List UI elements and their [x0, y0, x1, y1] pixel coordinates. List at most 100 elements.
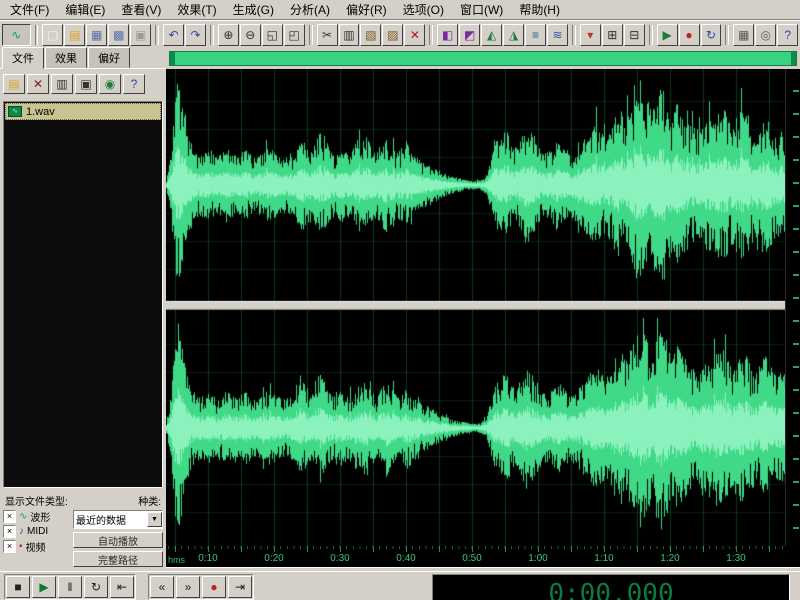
file-list-item[interactable]: ∿ 1.wav	[5, 103, 161, 120]
menu-item-8[interactable]: 窗口(W)	[452, 0, 511, 20]
full-paths-button[interactable]: 完整路径	[73, 551, 163, 567]
file-type-checkbox-list: ×∿波形 ×♪MIDI ×▪视频	[3, 510, 69, 567]
fast-forward-button[interactable]: »	[176, 576, 200, 598]
波形-icon: ∿	[19, 512, 27, 522]
paste-button[interactable]: ▧	[360, 24, 381, 46]
fast-forward-icon: »	[185, 581, 192, 593]
zoom-to-selection-button[interactable]: ◱	[262, 24, 283, 46]
checkbox-波形[interactable]: ×	[3, 510, 16, 523]
record-enable-button[interactable]: ●	[679, 24, 700, 46]
zoom-in-button[interactable]: ⊕	[218, 24, 239, 46]
amplitude-ruler[interactable]	[785, 69, 800, 546]
rewind-button[interactable]: «	[150, 576, 174, 598]
panel-help-icon: ?	[131, 78, 138, 90]
open-file-icon: ▤	[69, 29, 80, 41]
sort-dropdown-arrow[interactable]: ▼	[147, 512, 162, 527]
invert-effect-icon: ◩	[464, 29, 475, 41]
open-file-button[interactable]: ▤	[3, 74, 25, 94]
amplify-effect-button[interactable]: ◭	[481, 24, 502, 46]
save-file-button[interactable]: ▦	[86, 24, 107, 46]
transport-bar: ■▶‖↻⇤ «»●⇥ 0:00.000	[0, 571, 800, 600]
zoom-out-button[interactable]: ⊖	[240, 24, 261, 46]
invert-effect-button[interactable]: ◩	[459, 24, 480, 46]
redo-button[interactable]: ↷	[185, 24, 206, 46]
amplify-effect-icon: ◭	[487, 29, 496, 41]
toolbar-separator	[725, 25, 729, 45]
cut-button[interactable]: ✂	[317, 24, 338, 46]
record-button[interactable]: ●	[202, 576, 226, 598]
timeline-label-0:50: 0:50	[462, 553, 481, 564]
sort-by-label: 种类:	[138, 493, 161, 508]
menu-item-0[interactable]: 文件(F)	[2, 0, 57, 20]
panel-tabs: 文件效果偏好	[0, 47, 166, 68]
play-looped-button[interactable]: ↻	[84, 576, 108, 598]
panel-options-button[interactable]: ◉	[99, 74, 121, 94]
toolbar-separator	[155, 25, 159, 45]
reverb-effect-button[interactable]: ≋	[547, 24, 568, 46]
eq-effect-button[interactable]: ≡	[525, 24, 546, 46]
open-file-button[interactable]: ▤	[64, 24, 85, 46]
zoom-full-button[interactable]: ◰	[284, 24, 305, 46]
mix-paste-button[interactable]: ▨	[382, 24, 403, 46]
pause-button[interactable]: ‖	[58, 576, 82, 598]
paste-icon: ▧	[365, 29, 376, 41]
menu-item-5[interactable]: 分析(A)	[282, 0, 338, 20]
add-marker-button[interactable]: ▾	[580, 24, 601, 46]
convert-sample-type-icon: ◧	[442, 29, 453, 41]
sort-dropdown[interactable]: 最近的数据 ▼	[73, 510, 163, 529]
play-preview-button[interactable]: ▶	[657, 24, 678, 46]
tab-效果[interactable]: 效果	[45, 47, 87, 68]
overview-bar[interactable]	[169, 51, 797, 66]
go-to-start-button[interactable]: ⇤	[110, 576, 134, 598]
close-file-button[interactable]: ▣	[130, 24, 151, 46]
overview-left-handle[interactable]	[170, 52, 175, 65]
menu-item-7[interactable]: 选项(O)	[395, 0, 452, 20]
menu-item-3[interactable]: 效果(T)	[169, 0, 224, 20]
undo-button[interactable]: ↶	[163, 24, 184, 46]
scripts-button[interactable]: ▦	[733, 24, 754, 46]
cd-burn-button[interactable]: ◎	[755, 24, 776, 46]
tab-文件[interactable]: 文件	[2, 47, 44, 69]
play-button[interactable]: ▶	[32, 576, 56, 598]
auto-play-button[interactable]: 自动播放	[73, 532, 163, 548]
file-type-视频[interactable]: ×▪视频	[3, 540, 69, 553]
mix-paste-icon: ▨	[387, 29, 398, 41]
panel-help-button[interactable]: ?	[123, 74, 145, 94]
toolbar-separator	[572, 25, 576, 45]
file-type-MIDI[interactable]: ×♪MIDI	[3, 525, 69, 538]
file-type-波形[interactable]: ×∿波形	[3, 510, 69, 523]
convert-sample-type-button[interactable]: ◧	[437, 24, 458, 46]
menu-item-9[interactable]: 帮助(H)	[511, 0, 568, 20]
waveform-editor-toggle-button[interactable]: ∿	[2, 24, 31, 46]
fade-effect-button[interactable]: ◮	[503, 24, 524, 46]
group-toggle-button[interactable]: ⊟	[624, 24, 645, 46]
menu-item-2[interactable]: 查看(V)	[113, 0, 169, 20]
checkbox-视频[interactable]: ×	[3, 540, 16, 553]
insert-into-multitrack-button[interactable]: ▥	[51, 74, 73, 94]
overview-right-handle[interactable]	[791, 52, 796, 65]
menu-item-6[interactable]: 偏好(R)	[338, 0, 395, 20]
file-properties-button[interactable]: ▣	[75, 74, 97, 94]
waveform-canvas[interactable]	[166, 69, 786, 546]
stop-button[interactable]: ■	[6, 576, 30, 598]
loop-toggle-button[interactable]: ↻	[701, 24, 722, 46]
copy-button[interactable]: ▥	[339, 24, 360, 46]
timeline-label-0:30: 0:30	[330, 553, 349, 564]
snap-toggle-button[interactable]: ⊞	[602, 24, 623, 46]
timeline-ruler[interactable]: hms 0:100:200:300:400:501:001:101:201:30	[166, 546, 800, 567]
checkbox-MIDI[interactable]: ×	[3, 525, 16, 538]
file-list[interactable]: ∿ 1.wav	[3, 101, 163, 488]
waveform-view[interactable]	[166, 69, 786, 546]
save-all-button[interactable]: ▩	[108, 24, 129, 46]
timeline-unit-label: hms	[168, 555, 185, 565]
close-file-button[interactable]: ✕	[27, 74, 49, 94]
tab-偏好[interactable]: 偏好	[88, 47, 130, 68]
menu-item-4[interactable]: 生成(G)	[225, 0, 282, 20]
menu-item-1[interactable]: 编辑(E)	[57, 0, 113, 20]
help-icon: ?	[784, 29, 791, 41]
copy-icon: ▥	[343, 29, 354, 41]
go-to-end-button[interactable]: ⇥	[228, 576, 252, 598]
new-file-button[interactable]: ▢	[42, 24, 63, 46]
help-button[interactable]: ?	[777, 24, 798, 46]
delete-selection-button[interactable]: ✕	[404, 24, 425, 46]
